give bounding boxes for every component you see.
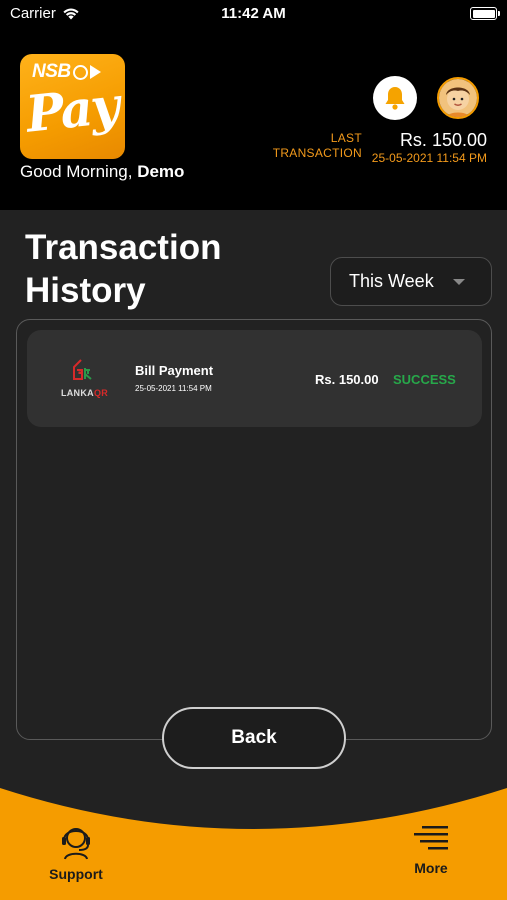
lankaqr-text-a: LANKA bbox=[60, 388, 94, 398]
transaction-date: 25-05-2021 11:54 PM bbox=[135, 384, 212, 393]
bottom-nav: Support More bbox=[0, 782, 507, 900]
status-bar: Carrier 11:42 AM bbox=[0, 0, 507, 28]
battery-icon bbox=[470, 7, 500, 20]
nav-more-label: More bbox=[414, 860, 448, 876]
bell-icon bbox=[385, 87, 405, 110]
transaction-amount: Rs. 150.00 bbox=[315, 372, 379, 387]
last-transaction-label: LAST TRANSACTION bbox=[272, 131, 362, 160]
nav-more[interactable]: More bbox=[386, 824, 476, 876]
transaction-row[interactable]: LANKAQR Bill Payment 25-05-2021 11:54 PM… bbox=[27, 330, 482, 427]
notification-button[interactable] bbox=[373, 76, 417, 120]
nsb-pay-logo: NSB Pay bbox=[20, 54, 125, 159]
coin-icon bbox=[72, 64, 88, 80]
chevron-down-icon bbox=[453, 279, 465, 285]
menu-lines-icon bbox=[414, 826, 448, 850]
lankaqr-text-b: QR bbox=[93, 388, 109, 398]
transaction-title: Bill Payment bbox=[135, 363, 214, 378]
app-header: NSB Pay Good Morning, Demo LAST TRANSACT… bbox=[0, 28, 507, 210]
lankaqr-logo: LANKAQR bbox=[57, 358, 112, 402]
page-title: Transaction History bbox=[25, 228, 222, 310]
period-filter-dropdown[interactable]: This Week bbox=[330, 257, 492, 306]
last-transaction-date: 25-05-2021 11:54 PM bbox=[371, 151, 487, 165]
back-button[interactable]: Back bbox=[162, 707, 346, 769]
greeting-prefix: Good Morning, bbox=[20, 162, 133, 181]
greeting: Good Morning, Demo bbox=[20, 162, 184, 182]
logo-script-text: Pay bbox=[23, 75, 121, 144]
nav-support-label: Support bbox=[49, 866, 103, 882]
avatar-icon bbox=[439, 79, 477, 117]
transaction-status: SUCCESS bbox=[393, 372, 456, 387]
nav-support[interactable]: Support bbox=[31, 824, 121, 882]
status-time: 11:42 AM bbox=[221, 5, 286, 22]
last-transaction-amount: Rs. 150.00 bbox=[399, 130, 487, 150]
lankaqr-mark-icon bbox=[73, 359, 92, 380]
user-name: Demo bbox=[137, 162, 185, 181]
profile-avatar[interactable] bbox=[437, 77, 479, 119]
transaction-list[interactable]: LANKAQR Bill Payment 25-05-2021 11:54 PM… bbox=[16, 319, 492, 740]
period-filter-value: This Week bbox=[349, 271, 434, 291]
headset-icon bbox=[62, 828, 90, 860]
